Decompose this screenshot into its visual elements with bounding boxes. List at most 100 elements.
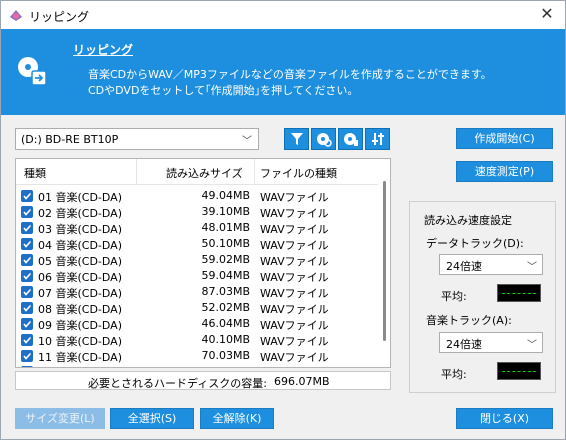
- disc-info-button[interactable]: [338, 128, 363, 150]
- data-track-speed-select[interactable]: 24倍速 ﹀: [439, 254, 543, 275]
- track-list-header: 種類 読み込みサイズ ファイルの種類: [16, 159, 378, 185]
- track-file-type: WAVファイル: [260, 319, 329, 332]
- track-checkbox[interactable]: [21, 350, 33, 362]
- track-checkbox[interactable]: [21, 286, 33, 298]
- select-all-button[interactable]: 全選択(S): [110, 408, 194, 429]
- track-name: 11 音楽(CD-DA): [38, 351, 122, 364]
- disc-search-icon: [317, 133, 332, 147]
- track-checkbox[interactable]: [21, 206, 33, 218]
- music-average-label: 平均:: [441, 368, 467, 381]
- track-checkbox[interactable]: [21, 334, 33, 346]
- capacity-label: 必要とされるハードディスクの容量:: [88, 377, 267, 390]
- column-header-file-type[interactable]: ファイルの種類: [260, 165, 337, 181]
- table-row[interactable]: 04 音楽(CD-DA) 50.10MB WAVファイル: [16, 236, 378, 252]
- start-button[interactable]: 作成開始(C): [456, 128, 553, 149]
- chevron-down-icon: ﹀: [242, 136, 252, 147]
- track-name: 09 音楽(CD-DA): [38, 319, 122, 332]
- close-window-button[interactable]: ✕: [533, 3, 561, 25]
- disc-search-button[interactable]: [311, 128, 336, 150]
- meter-line: [502, 371, 536, 372]
- title-bar: リッピング ✕: [1, 1, 565, 29]
- track-file-type: WAVファイル: [260, 303, 329, 316]
- table-row[interactable]: 01 音楽(CD-DA) 49.04MB WAVファイル: [16, 188, 378, 204]
- app-logo-icon: [8, 7, 24, 23]
- music-track-speed-select[interactable]: 24倍速 ﹀: [439, 332, 543, 353]
- track-size: 46.04MB: [201, 317, 250, 330]
- table-row[interactable]: 05 音楽(CD-DA) 59.02MB WAVファイル: [16, 252, 378, 268]
- track-name: 08 音楽(CD-DA): [38, 303, 122, 316]
- track-file-type: WAVファイル: [260, 207, 329, 220]
- read-speed-settings: 読み込み速度設定 データトラック(D): 24倍速 ﹀ 平均: 音楽トラック(A…: [409, 201, 556, 393]
- meter-line: [502, 293, 536, 294]
- close-button[interactable]: 閉じる(X): [456, 408, 553, 429]
- chevron-down-icon: ﹀: [527, 262, 537, 273]
- track-checkbox[interactable]: [21, 222, 33, 234]
- window-title: リッピング: [29, 10, 90, 24]
- column-header-size[interactable]: 読み込みサイズ: [166, 165, 243, 181]
- chevron-down-icon: ﹀: [527, 340, 537, 351]
- track-list[interactable]: 種類 読み込みサイズ ファイルの種類 01 音楽(CD-DA) 49.04MB WA…: [15, 158, 391, 368]
- track-checkbox[interactable]: [21, 302, 33, 314]
- track-checkbox[interactable]: [21, 270, 33, 282]
- track-file-type: WAVファイル: [260, 223, 329, 236]
- settings-icon: [372, 133, 384, 145]
- track-size: 48.01MB: [201, 221, 250, 234]
- track-file-type: WAVファイル: [260, 191, 329, 204]
- resize-button[interactable]: サイズ変更(L): [15, 408, 105, 429]
- speed-settings-title: 読み込み速度設定: [424, 214, 512, 227]
- table-row[interactable]: 09 音楽(CD-DA) 46.04MB WAVファイル: [16, 316, 378, 332]
- music-track-speed-value: 24倍速: [446, 338, 482, 351]
- settings-button[interactable]: [365, 128, 390, 150]
- track-name: 10 音楽(CD-DA): [38, 335, 122, 348]
- track-name: 05 音楽(CD-DA): [38, 255, 122, 268]
- table-row[interactable]: 03 音楽(CD-DA) 48.01MB WAVファイル: [16, 220, 378, 236]
- track-checkbox[interactable]: [21, 238, 33, 250]
- deselect-all-button[interactable]: 全解除(K): [200, 408, 274, 429]
- track-size: 59.04MB: [201, 269, 250, 282]
- column-header-type[interactable]: 種類: [24, 165, 46, 181]
- data-average-label: 平均:: [441, 290, 467, 303]
- track-checkbox[interactable]: [21, 254, 33, 266]
- track-checkbox[interactable]: [21, 366, 33, 367]
- track-size: 59.02MB: [201, 253, 250, 266]
- table-row[interactable]: 06 音楽(CD-DA) 59.04MB WAVファイル: [16, 268, 378, 284]
- data-track-speed-value: 24倍速: [446, 260, 482, 273]
- ripping-window: リッピング ✕ リッピング 音楽CDからWAV／MP3ファイルなどの音楽ファイル…: [0, 0, 566, 440]
- disc-info-icon: [344, 133, 358, 146]
- speed-test-button[interactable]: 速度測定(P): [456, 161, 553, 182]
- track-file-type: WAVファイル: [260, 287, 329, 300]
- track-file-type: WAVファイル: [260, 335, 329, 348]
- track-size: 52.02MB: [201, 301, 250, 314]
- header-desc-line-2: CDやDVDをセットして｢作成開始｣を押してください。: [88, 84, 359, 97]
- table-row[interactable]: 07 音楽(CD-DA) 87.03MB WAVファイル: [16, 284, 378, 300]
- track-file-type: WAVファイル: [260, 255, 329, 268]
- filter-button[interactable]: [284, 128, 309, 150]
- track-name: 06 音楽(CD-DA): [38, 271, 122, 284]
- track-name: 04 音楽(CD-DA): [38, 239, 122, 252]
- table-row[interactable]: 11 音楽(CD-DA) 70.03MB WAVファイル: [16, 348, 378, 364]
- table-row[interactable]: 02 音楽(CD-DA) 39.10MB WAVファイル: [16, 204, 378, 220]
- track-size: 70.03MB: [201, 349, 250, 362]
- data-track-label: データトラック(D):: [426, 237, 524, 250]
- track-name: 03 音楽(CD-DA): [38, 223, 122, 236]
- disc-copy-icon: [15, 53, 51, 89]
- track-size: 39.10MB: [201, 205, 250, 218]
- drive-select[interactable]: (D:) BD-RE BT10P ﹀: [15, 128, 259, 150]
- track-checkbox[interactable]: [21, 318, 33, 330]
- funnel-icon: [291, 133, 303, 145]
- drive-select-value: (D:) BD-RE BT10P: [21, 133, 119, 146]
- track-size: 50.10MB: [201, 237, 250, 250]
- table-row[interactable]: 08 音楽(CD-DA) 52.02MB WAVファイル: [16, 300, 378, 316]
- track-checkbox[interactable]: [21, 190, 33, 202]
- column-divider: [254, 159, 255, 185]
- scrollbar-thumb[interactable]: [383, 181, 386, 341]
- track-name: 07 音楽(CD-DA): [38, 287, 122, 300]
- track-file-type: WAVファイル: [260, 271, 329, 284]
- header-banner: リッピング 音楽CDからWAV／MP3ファイルなどの音楽ファイルを作成することが…: [1, 29, 565, 115]
- header-description: 音楽CDからWAV／MP3ファイルなどの音楽ファイルを作成することができます。 …: [88, 67, 492, 99]
- vertical-scrollbar[interactable]: [378, 159, 390, 367]
- header-desc-line-1: 音楽CDからWAV／MP3ファイルなどの音楽ファイルを作成することができます。: [88, 68, 492, 81]
- header-title: リッピング: [73, 43, 134, 57]
- table-row[interactable]: 10 音楽(CD-DA) 40.10MB WAVファイル: [16, 332, 378, 348]
- table-row[interactable]: 12 音楽(CD-DA): [16, 364, 378, 367]
